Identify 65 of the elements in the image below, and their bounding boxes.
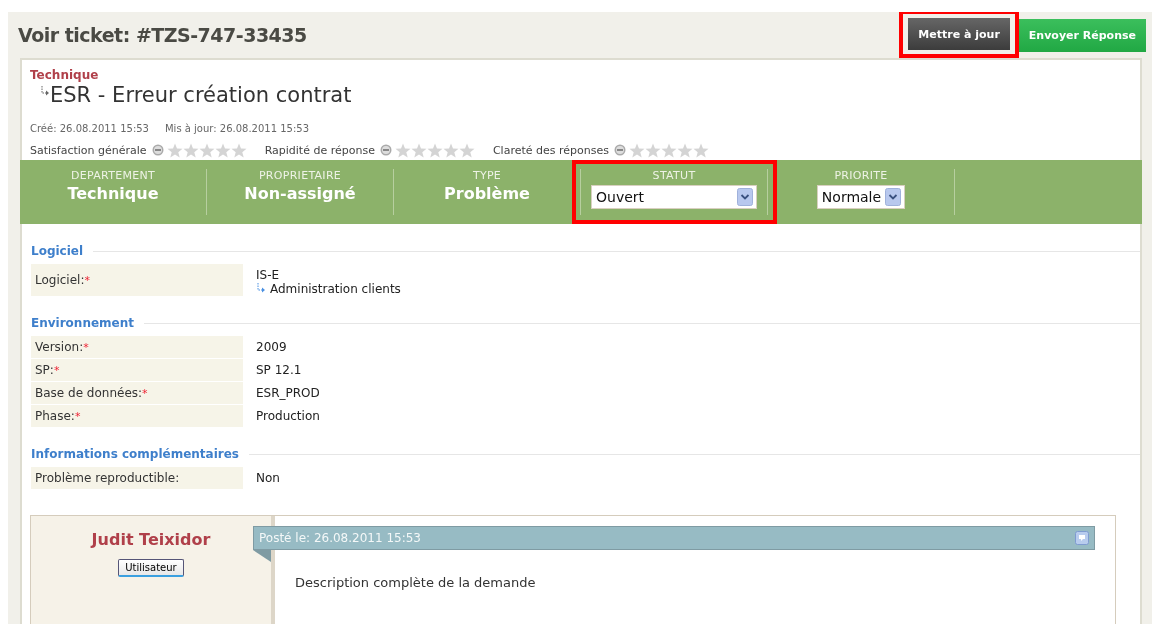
clear-rating-icon (151, 144, 164, 156)
star-icon (458, 142, 475, 158)
star-icon (214, 142, 231, 158)
dropdown-caret-icon (885, 188, 902, 206)
section-title: Informations complémentaires (31, 447, 239, 461)
field-value: SP 12.1 (256, 363, 302, 377)
ticket-category: Technique (29, 67, 100, 82)
property-value: Technique (67, 184, 159, 203)
field-label: Logiciel:* (31, 264, 243, 296)
star-icon (676, 142, 693, 158)
star-icon (660, 142, 677, 158)
field-value: Non (256, 471, 280, 485)
field-label: Base de données:* (31, 382, 243, 404)
updated-date: Mis à jour: 26.08.2011 15:53 (165, 123, 310, 134)
star-icon (394, 142, 411, 158)
star-icon (628, 142, 645, 158)
property-label: STATUT (652, 169, 696, 182)
field-label: Problème reproductible: (31, 467, 243, 489)
rating-label: Satisfaction générale (30, 143, 147, 157)
rating-label: Rapidité de réponse (264, 143, 375, 157)
property-label: TYPE (472, 169, 502, 182)
property-value: Non-assigné (244, 184, 356, 203)
star-icon (426, 142, 443, 158)
author-name: Judit Teixidor (91, 530, 211, 549)
dropdown[interactable]: Normale (816, 185, 906, 209)
dropdown[interactable]: Ouvert (591, 185, 757, 209)
clear-rating-icon (613, 144, 626, 156)
indent-arrow-icon (40, 86, 50, 98)
star-icon (442, 142, 459, 158)
property-label: PRIORITE (834, 169, 888, 182)
field-label: Version:* (31, 336, 243, 358)
property-label: DEPARTEMENT (70, 169, 156, 182)
star-icon (644, 142, 661, 158)
post-body: Description complète de la demande (294, 574, 537, 590)
field-value: IS-E (256, 268, 281, 282)
field-value: 2009 (256, 340, 287, 354)
star-icon (692, 142, 709, 158)
property-value: Problème (444, 184, 530, 203)
star-icon (198, 142, 215, 158)
clear-rating-icon (379, 144, 392, 156)
dropdown-caret-icon (737, 188, 753, 206)
indent-arrow-icon (256, 283, 266, 295)
ticket-title: Voir ticket: #TZS-747-33435 (18, 24, 307, 46)
update-button[interactable]: Mettre à jour (908, 18, 1010, 50)
star-icon (166, 142, 183, 158)
section-title: Environnement (31, 316, 134, 330)
user-role-button[interactable]: Utilisateur (118, 559, 184, 577)
star-rating[interactable] (394, 142, 475, 158)
star-rating[interactable] (628, 142, 709, 158)
property-label: PROPRIETAIRE (258, 169, 342, 182)
created-date: Créé: 26.08.2011 15:53 (30, 123, 149, 134)
posted-date: Posté le: 26.08.2011 15:53 (259, 531, 421, 545)
rating-label: Clareté des réponses (492, 143, 609, 157)
star-icon (410, 142, 427, 158)
field-label: Phase:* (31, 405, 243, 427)
ticket-subject: ESR - Erreur création contrat (50, 82, 352, 108)
field-value: Production (256, 409, 320, 423)
field-subvalue: Administration clients (270, 282, 401, 296)
field-value: ESR_PROD (256, 386, 320, 400)
section-title: Logiciel (31, 244, 84, 258)
star-icon (230, 142, 247, 158)
field-label: SP:* (31, 359, 243, 381)
star-icon (182, 142, 199, 158)
quote-icon (1075, 531, 1089, 545)
star-rating[interactable] (166, 142, 247, 158)
